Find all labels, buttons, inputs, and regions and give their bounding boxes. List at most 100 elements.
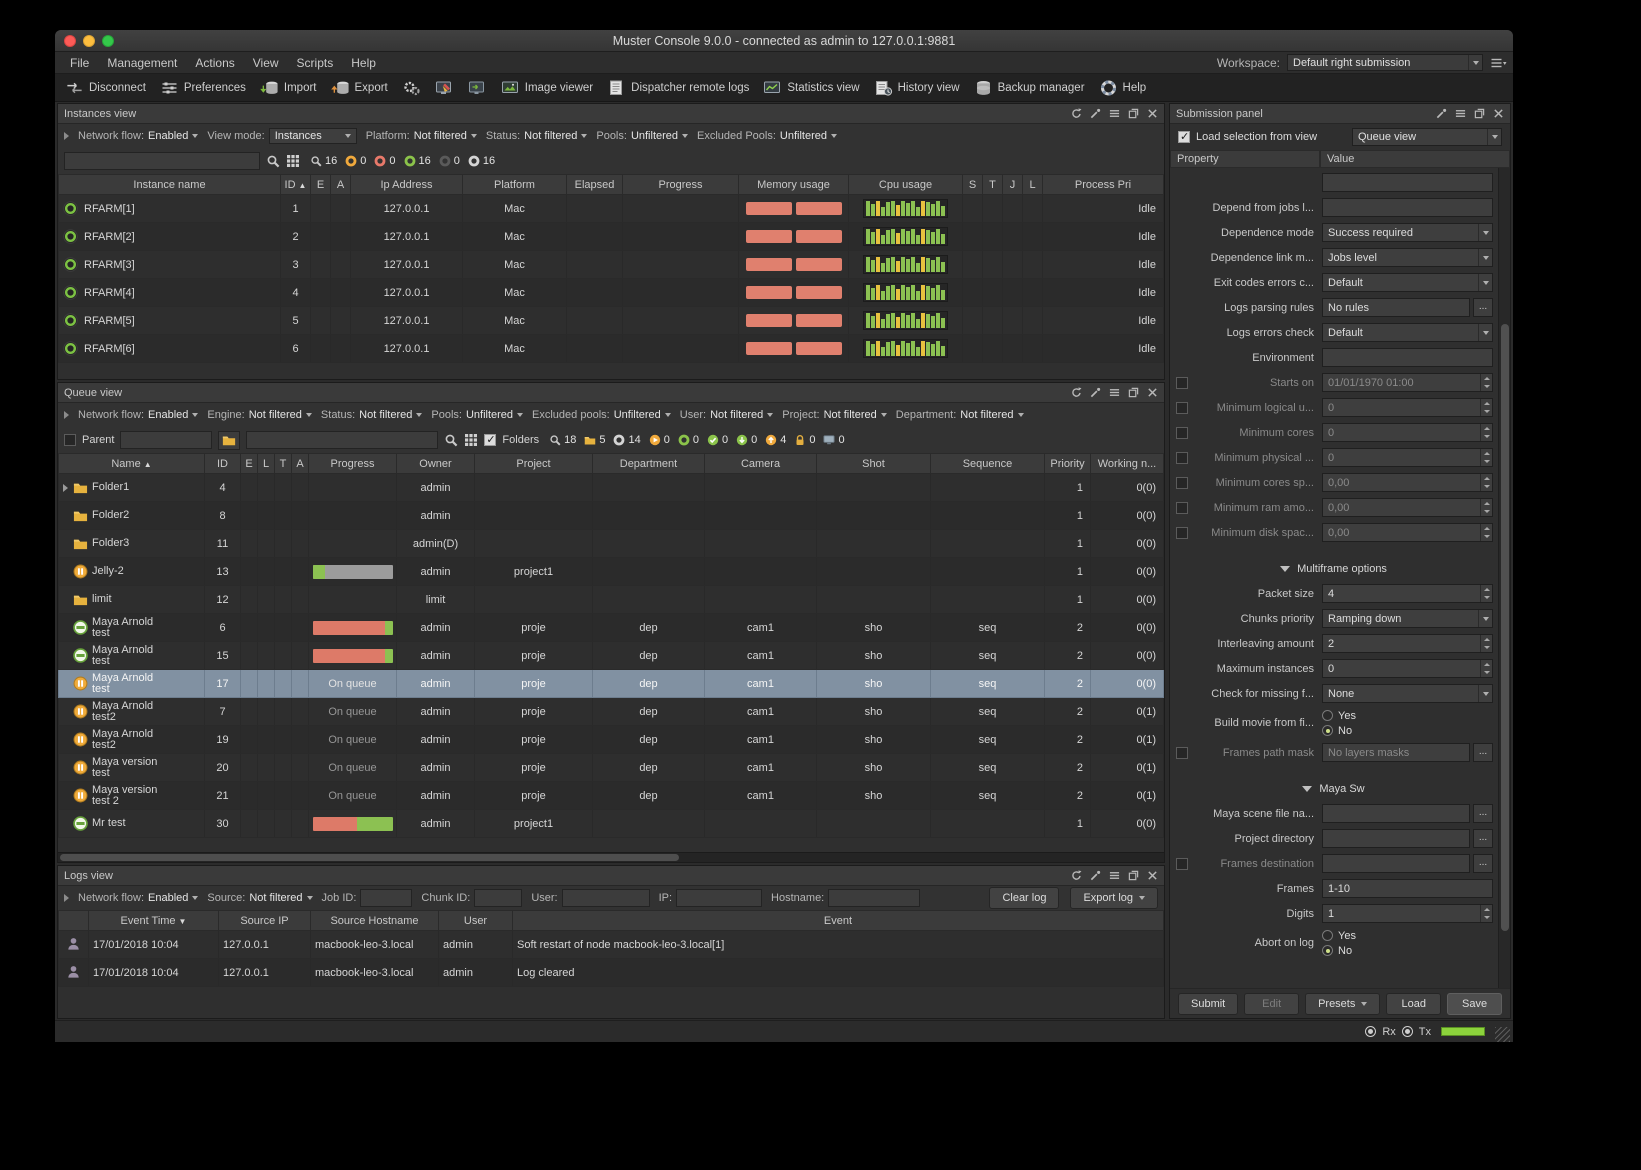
spinner-interleaving-amount[interactable]: 2	[1322, 634, 1493, 653]
input-maya-scene-file-na[interactable]	[1322, 804, 1470, 823]
search-icon[interactable]	[444, 433, 458, 447]
queue-row[interactable]: Maya Arnold test2 19 On queue admin proje dep…	[58, 725, 1164, 754]
refresh-button[interactable]	[1071, 387, 1082, 398]
logs-col-event[interactable]: Event	[512, 910, 1164, 931]
spin-down-icon[interactable]	[1481, 483, 1492, 492]
queue-count-dot-green[interactable]: 0	[678, 434, 699, 446]
property-column-label[interactable]: Property	[1170, 150, 1320, 168]
queue-row[interactable]: Maya Arnold test 17 On queue admin proje dep c…	[58, 669, 1164, 698]
spin-down-icon[interactable]	[1481, 458, 1492, 467]
input-environment[interactable]	[1322, 348, 1493, 367]
radio-abort-on-log-yes[interactable]: Yes	[1322, 930, 1356, 942]
spin-down-icon[interactable]	[1481, 408, 1492, 417]
clear-filter-icon[interactable]	[286, 154, 300, 168]
queue-col-name[interactable]: Name ▲	[58, 453, 205, 474]
input-depend-from-jobs-l[interactable]	[1322, 198, 1493, 217]
refresh-button[interactable]	[1071, 870, 1082, 881]
toolbar-button-help[interactable]: Help	[1099, 80, 1146, 96]
queue-col-a[interactable]: A	[291, 453, 309, 474]
clear-log-button[interactable]: Clear log	[989, 887, 1060, 909]
select-dependence-mode[interactable]: Success required	[1322, 223, 1493, 242]
checkbox-frames-path-mask[interactable]	[1176, 746, 1188, 759]
instances-search-input[interactable]	[64, 152, 260, 170]
instances-col-t[interactable]: T	[982, 174, 1003, 195]
collapse-filters-icon[interactable]	[64, 894, 69, 902]
queue-filter-select-department[interactable]: Not filtered	[960, 409, 1024, 421]
queue-count-folder[interactable]: 5	[584, 434, 605, 446]
menu-management[interactable]: Management	[98, 52, 186, 74]
spin-down-icon[interactable]	[1481, 383, 1492, 392]
instances-col-l[interactable]: L	[1022, 174, 1043, 195]
queue-filter-select-pools[interactable]: Unfiltered	[466, 409, 524, 421]
instance-row[interactable]: RFARM[4] 4 127.0.0.1 Mac Idle	[58, 278, 1164, 307]
parent-checkbox[interactable]	[64, 434, 76, 446]
select-check-for-missing-f[interactable]: None	[1322, 684, 1493, 703]
wand-button[interactable]	[1436, 108, 1447, 119]
close-button[interactable]	[1493, 108, 1504, 119]
instances-filter-select-pools[interactable]: Unfiltered	[631, 130, 689, 142]
queue-col-shot[interactable]: Shot	[816, 453, 931, 474]
wand-button[interactable]	[1090, 108, 1101, 119]
collapse-filters-icon[interactable]	[64, 411, 69, 419]
instances-count-dot-green[interactable]: 16	[404, 155, 431, 167]
log-row[interactable]: 17/01/2018 10:04 127.0.0.1 macbook-leo-3.l…	[58, 930, 1164, 959]
queue-col-department[interactable]: Department	[592, 453, 705, 474]
instances-col-s[interactable]: S	[962, 174, 983, 195]
queue-col-project[interactable]: Project	[474, 453, 593, 474]
queue-row[interactable]: Folder2 8 admin 1 0(0)	[58, 501, 1164, 530]
horizontal-scrollbar[interactable]	[58, 852, 1164, 862]
menu-button[interactable]	[1109, 387, 1120, 398]
queue-row[interactable]: limit 12 limit 1 0(0)	[58, 585, 1164, 614]
checkbox-frames-destination[interactable]	[1176, 857, 1188, 870]
spinner-minimum-disk-spac[interactable]: 0,00	[1322, 523, 1493, 542]
spin-down-icon[interactable]	[1481, 594, 1492, 603]
spin-down-icon[interactable]	[1481, 508, 1492, 517]
logs-filter-select-source[interactable]: Not filtered	[249, 892, 313, 904]
toolbar-button-import[interactable]: Import	[260, 80, 317, 96]
spin-down-icon[interactable]	[1481, 644, 1492, 653]
checkbox-minimum-ram-amo[interactable]	[1176, 501, 1188, 514]
queue-col-working-n[interactable]: Working n...	[1090, 453, 1164, 474]
queue-col-priority[interactable]: Priority	[1044, 453, 1091, 474]
queue-count-dot-down[interactable]: 0	[736, 434, 757, 446]
detach-button[interactable]	[1128, 108, 1139, 119]
queue-filter-select-network-flow[interactable]: Enabled	[148, 409, 199, 421]
queue-count-monitor[interactable]: 0	[823, 434, 845, 446]
view-source-select[interactable]: Queue view	[1352, 128, 1502, 146]
queue-col-owner[interactable]: Owner	[396, 453, 475, 474]
queue-col-progress[interactable]: Progress	[308, 453, 397, 474]
detach-button[interactable]	[1128, 870, 1139, 881]
instances-count-dot-red[interactable]: 0	[374, 155, 396, 167]
queue-col-id[interactable]: ID	[204, 453, 241, 474]
folder-filter-button[interactable]	[218, 430, 241, 450]
instance-row[interactable]: RFARM[2] 2 127.0.0.1 Mac Idle	[58, 222, 1164, 251]
instance-row[interactable]: RFARM[5] 5 127.0.0.1 Mac Idle	[58, 306, 1164, 335]
detach-button[interactable]	[1128, 387, 1139, 398]
queue-row[interactable]: Folder3 11 admin(D) 1 0(0)	[58, 529, 1164, 558]
instances-count-search[interactable]: 16	[310, 155, 337, 167]
wand-button[interactable]	[1090, 387, 1101, 398]
folders-checkbox[interactable]	[484, 433, 497, 446]
spinner-minimum-ram-amo[interactable]: 0,00	[1322, 498, 1493, 517]
toolbar-button-disconnect[interactable]: Disconnect	[65, 80, 146, 96]
checkbox-starts-on[interactable]	[1176, 376, 1188, 389]
close-button[interactable]	[1147, 108, 1158, 119]
spinner-starts-on[interactable]: 01/01/1970 01:00	[1322, 373, 1493, 392]
spin-down-icon[interactable]	[1481, 533, 1492, 542]
checkbox-minimum-cores-sp[interactable]	[1176, 476, 1188, 489]
instances-col-instance-name[interactable]: Instance name	[58, 174, 281, 195]
select-chunks-priority[interactable]: Ramping down	[1322, 609, 1493, 628]
queue-col-e[interactable]: E	[240, 453, 258, 474]
menu-view[interactable]: View	[244, 52, 288, 74]
menu-help[interactable]: Help	[342, 52, 385, 74]
checkbox-minimum-cores[interactable]	[1176, 426, 1188, 439]
instances-col-a[interactable]: A	[330, 174, 351, 195]
toolbar-button-node-editor[interactable]	[435, 80, 454, 96]
logs-col-source-hostname[interactable]: Source Hostname	[310, 910, 439, 931]
logs-input-job-id[interactable]	[360, 889, 413, 907]
toolbar-button-export[interactable]: Export	[330, 80, 388, 96]
logs-input-chunk-id[interactable]	[474, 889, 523, 907]
instances-count-dot-orange[interactable]: 0	[345, 155, 366, 167]
load-button[interactable]: Load	[1386, 992, 1442, 1015]
queue-count-dot-outline[interactable]: 14	[613, 434, 641, 446]
